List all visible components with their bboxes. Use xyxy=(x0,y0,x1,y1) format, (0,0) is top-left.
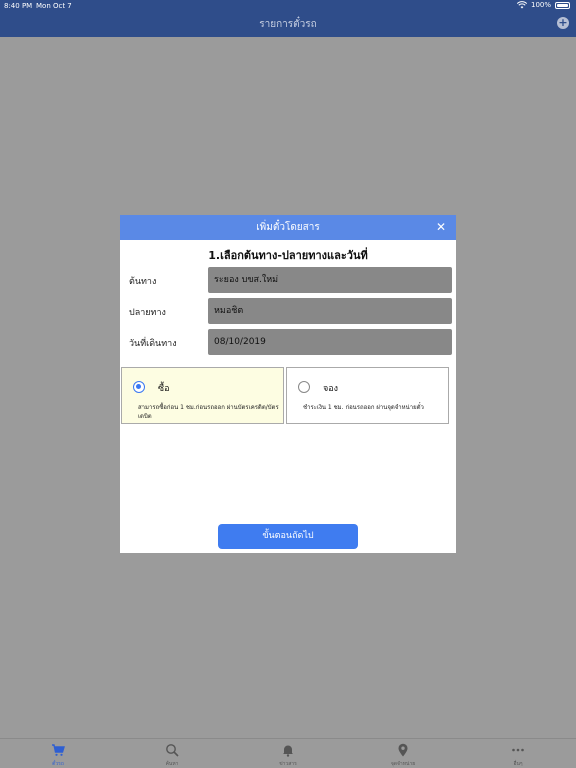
destination-label: ปลายทาง xyxy=(129,308,166,318)
page-title: รายการตั๋วรถ xyxy=(259,19,317,30)
buy-option-description: สามารถซื้อก่อน 1 ชม.ก่อนรถออก ผ่านบัตรเค… xyxy=(138,404,279,420)
tab-sales-points[interactable]: จุดจำหน่าย xyxy=(383,743,423,768)
location-pin-icon xyxy=(398,743,408,757)
battery-icon xyxy=(555,1,570,9)
origin-label: ต้นทาง xyxy=(129,277,157,287)
dialog-header: เพิ่มตั๋วโดยสาร ✕ xyxy=(120,215,456,240)
search-icon xyxy=(166,744,179,757)
travel-date-label: วันที่เดินทาง xyxy=(129,339,177,349)
tab-label: อื่นๆ xyxy=(513,761,523,767)
tab-label: ข่าวสาร xyxy=(279,761,297,767)
cart-icon xyxy=(52,744,65,756)
tab-bar: ตั๋วรถ ค้นหา ข่าวสาร จุดจำหน่าย อื่นๆ xyxy=(0,738,576,768)
book-radio[interactable] xyxy=(298,381,310,393)
buy-option-title: ซื้อ xyxy=(158,384,170,394)
tab-label: ตั๋วรถ xyxy=(52,761,64,767)
add-ticket-button[interactable]: + xyxy=(557,17,569,29)
step-title: 1.เลือกต้นทาง-ปลายทางและวันที่ xyxy=(208,249,368,262)
battery-percent: 100% xyxy=(530,1,551,9)
book-option-description: ชำระเงิน 1 ชม. ก่อนรถออก ผ่านจุดจำหน่ายต… xyxy=(303,404,424,411)
travel-date-row: วันที่เดินทาง 08/10/2019 xyxy=(120,329,456,355)
book-option[interactable]: จอง ชำระเงิน 1 ชม. ก่อนรถออก ผ่านจุดจำหน… xyxy=(286,367,449,424)
status-bar: 8:40 PM Mon Oct 7 100% xyxy=(0,0,576,12)
book-option-title: จอง xyxy=(323,384,339,394)
tab-tickets[interactable]: ตั๋วรถ xyxy=(38,743,78,768)
origin-row: ต้นทาง ระยอง บขส.ใหม่ xyxy=(120,267,456,293)
destination-field[interactable]: หมอชิต xyxy=(208,298,452,324)
more-icon xyxy=(512,748,524,752)
tab-search[interactable]: ค้นหา xyxy=(152,743,192,768)
destination-row: ปลายทาง หมอชิต xyxy=(120,298,456,324)
next-step-button[interactable]: ขั้นตอนถัดไป xyxy=(218,524,358,549)
buy-radio[interactable] xyxy=(133,381,145,393)
tab-label: ค้นหา xyxy=(165,761,179,767)
bell-icon xyxy=(283,745,293,757)
buy-option[interactable]: ซื้อ สามารถซื้อก่อน 1 ชม.ก่อนรถออก ผ่านบ… xyxy=(121,367,284,424)
dialog-title: เพิ่มตั๋วโดยสาร xyxy=(256,222,320,233)
status-right: 100% xyxy=(516,1,570,9)
travel-date-field[interactable]: 08/10/2019 xyxy=(208,329,452,355)
tab-more[interactable]: อื่นๆ xyxy=(498,743,538,768)
tab-label: จุดจำหน่าย xyxy=(390,761,416,767)
top-bar: 8:40 PM Mon Oct 7 100% รายการตั๋วรถ + xyxy=(0,0,576,37)
tab-news[interactable]: ข่าวสาร xyxy=(268,743,308,768)
wifi-icon xyxy=(516,1,527,9)
close-icon[interactable]: ✕ xyxy=(436,215,446,240)
status-time: 8:40 PM xyxy=(4,2,33,10)
origin-field[interactable]: ระยอง บขส.ใหม่ xyxy=(208,267,452,293)
status-date: Mon Oct 7 xyxy=(36,2,72,10)
add-ticket-dialog: เพิ่มตั๋วโดยสาร ✕ 1.เลือกต้นทาง-ปลายทางแ… xyxy=(120,215,456,553)
